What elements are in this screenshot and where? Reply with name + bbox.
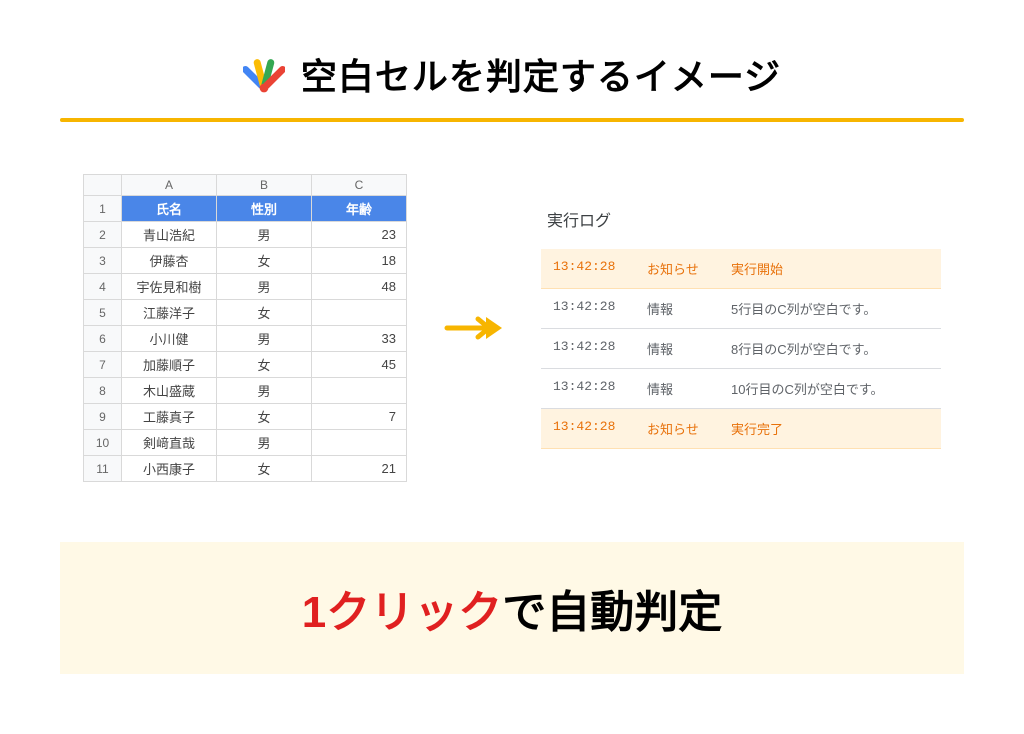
cell: [312, 300, 407, 326]
cell: 33: [312, 326, 407, 352]
row-header: 6: [84, 326, 122, 352]
header-cell: 性別: [217, 196, 312, 222]
cell: 小西康子: [122, 456, 217, 482]
log-tag: 情報: [647, 379, 707, 398]
cell: 江藤洋子: [122, 300, 217, 326]
cell: 18: [312, 248, 407, 274]
log-entry: 13:42:28 情報 10行目のC列が空白です。: [541, 369, 941, 409]
row-header: 9: [84, 404, 122, 430]
cell: 小川健: [122, 326, 217, 352]
cell: [312, 378, 407, 404]
cell: 女: [217, 456, 312, 482]
content-row: A B C 1 氏名 性別 年齢 2青山浩紀男23 3伊藤杏女18 4宇佐見和樹…: [0, 174, 1024, 482]
row-header: 7: [84, 352, 122, 378]
banner-highlight: 1クリック: [302, 588, 502, 637]
col-header: A: [122, 175, 217, 196]
cell: 7: [312, 404, 407, 430]
log-tag: お知らせ: [647, 419, 707, 438]
execution-log: 実行ログ 13:42:28 お知らせ 実行開始 13:42:28 情報 5行目の…: [541, 207, 941, 449]
log-tag: 情報: [647, 299, 707, 318]
row-header: 4: [84, 274, 122, 300]
cell: 木山盛蔵: [122, 378, 217, 404]
cell: 23: [312, 222, 407, 248]
header-cell: 年齢: [312, 196, 407, 222]
cell: 青山浩紀: [122, 222, 217, 248]
sheet-corner: [84, 175, 122, 196]
cell: 男: [217, 378, 312, 404]
log-entry: 13:42:28 情報 5行目のC列が空白です。: [541, 289, 941, 329]
log-msg: 5行目のC列が空白です。: [731, 299, 929, 318]
cell: 工藤真子: [122, 404, 217, 430]
apps-script-logo-icon: [243, 53, 285, 95]
log-tag: 情報: [647, 339, 707, 358]
cell: 男: [217, 326, 312, 352]
row-header: 8: [84, 378, 122, 404]
log-entry: 13:42:28 お知らせ 実行完了: [541, 409, 941, 449]
page-title-row: 空白セルを判定するイメージ: [0, 48, 1024, 100]
log-msg: 10行目のC列が空白です。: [731, 379, 929, 398]
log-entry: 13:42:28 お知らせ 実行開始: [541, 249, 941, 289]
cell: 女: [217, 300, 312, 326]
cell: 男: [217, 274, 312, 300]
row-header: 11: [84, 456, 122, 482]
col-header: C: [312, 175, 407, 196]
log-time: 13:42:28: [553, 419, 623, 438]
log-tag: お知らせ: [647, 259, 707, 278]
cell: 加藤順子: [122, 352, 217, 378]
row-header: 2: [84, 222, 122, 248]
cell: 女: [217, 248, 312, 274]
row-header: 10: [84, 430, 122, 456]
row-header: 1: [84, 196, 122, 222]
banner: 1クリックで自動判定: [60, 542, 964, 674]
cell: 剣﨑直哉: [122, 430, 217, 456]
log-msg: 実行完了: [731, 419, 929, 438]
col-header: B: [217, 175, 312, 196]
cell: 宇佐見和樹: [122, 274, 217, 300]
cell: 伊藤杏: [122, 248, 217, 274]
log-time: 13:42:28: [553, 339, 623, 358]
log-time: 13:42:28: [553, 299, 623, 318]
cell: 女: [217, 404, 312, 430]
log-time: 13:42:28: [553, 379, 623, 398]
cell: 45: [312, 352, 407, 378]
header-cell: 氏名: [122, 196, 217, 222]
arrow-right-icon: [439, 313, 509, 343]
log-title: 実行ログ: [541, 207, 941, 231]
cell: 男: [217, 430, 312, 456]
log-entry: 13:42:28 情報 8行目のC列が空白です。: [541, 329, 941, 369]
log-msg: 8行目のC列が空白です。: [731, 339, 929, 358]
page-title: 空白セルを判定するイメージ: [301, 48, 781, 100]
cell: [312, 430, 407, 456]
cell: 48: [312, 274, 407, 300]
cell: 男: [217, 222, 312, 248]
cell: 女: [217, 352, 312, 378]
spreadsheet-table: A B C 1 氏名 性別 年齢 2青山浩紀男23 3伊藤杏女18 4宇佐見和樹…: [83, 174, 407, 482]
row-header: 3: [84, 248, 122, 274]
row-header: 5: [84, 300, 122, 326]
log-msg: 実行開始: [731, 259, 929, 278]
log-time: 13:42:28: [553, 259, 623, 278]
cell: 21: [312, 456, 407, 482]
banner-rest: で自動判定: [502, 588, 722, 637]
title-underline: [60, 118, 964, 122]
